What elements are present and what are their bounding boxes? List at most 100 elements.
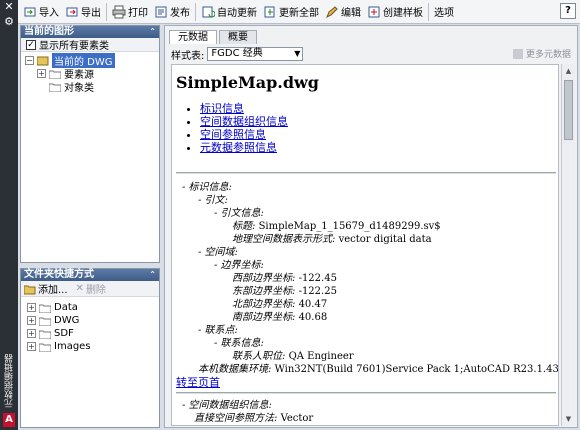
metadata-line: - 边界坐标: <box>214 260 264 272</box>
folder-shortcuts-panel: 文件夹快捷方式 ⌃ 添加... ✕ 删除 + Data + DWG + SDF … <box>20 268 160 428</box>
folder-label: SDF <box>54 328 74 339</box>
auto-update-button[interactable]: 自动更新 <box>198 2 260 22</box>
current-drawing-header[interactable]: 当前的图形 ⌃ <box>21 26 159 38</box>
tree-node-folder[interactable]: + SDF <box>21 327 159 340</box>
metadata-line: 地理空间数据表示形式: vector digital data <box>232 234 432 246</box>
autocad-logo-icon: A <box>3 413 15 427</box>
field-label: - 标识信息: <box>182 182 232 193</box>
field-label: - 联系点: <box>198 325 238 336</box>
stylesheet-row: 样式表: FGDC 经典 ▼ 更多元数据 <box>171 46 573 62</box>
toc-item[interactable]: 空间参照信息 <box>200 128 288 141</box>
export-icon <box>66 7 78 16</box>
toc-link[interactable]: 标识信息 <box>200 102 244 115</box>
dwg-icon <box>37 56 49 65</box>
field-label: - 引文信息: <box>214 208 264 219</box>
folder-icon <box>39 317 51 326</box>
folder-shortcuts-title: 文件夹快捷方式 <box>24 269 94 280</box>
folder-icon <box>49 70 61 79</box>
collapse-icon[interactable]: − <box>25 56 34 65</box>
edit-button[interactable]: 编辑 <box>322 2 364 22</box>
tab-metadata[interactable]: 元数据 <box>169 30 217 44</box>
tab-summary[interactable]: 概要 <box>219 30 257 44</box>
expand-icon[interactable]: + <box>37 69 46 78</box>
print-button[interactable]: 打印 <box>109 2 151 22</box>
field-label: 标题: <box>232 221 256 232</box>
field-label: 南部边界坐标: <box>232 312 296 323</box>
divider <box>176 172 556 174</box>
toc-item[interactable]: 空间数据组织信息 <box>200 115 288 128</box>
add-folder-icon <box>24 285 36 294</box>
toc-item[interactable]: 元数据参照信息 <box>200 141 288 154</box>
document-title: SimpleMap.dwg <box>176 73 319 92</box>
expand-icon[interactable]: + <box>27 329 36 338</box>
toc-link[interactable]: 空间参照信息 <box>200 128 266 141</box>
table-of-contents: 标识信息 空间数据组织信息 空间参照信息 元数据参照信息 <box>190 102 288 154</box>
metadata-line: - 空间域: <box>198 247 238 259</box>
field-label: 直接空间参照方法: <box>194 413 278 424</box>
toolbar: 导入 导出 打印 发布 自动更新 更新全部 编辑 创建样板 选项 ? <box>18 0 580 24</box>
show-all-label: 显示所有要素类 <box>39 41 109 52</box>
options-button[interactable]: 选项 <box>431 2 457 22</box>
scrollbar-thumb[interactable] <box>564 80 573 140</box>
export-button[interactable]: 导出 <box>62 2 104 22</box>
field-label: - 空间域: <box>198 247 238 258</box>
metadata-line: 联系人职位: QA Engineer <box>232 351 354 363</box>
expand-icon[interactable]: + <box>27 303 36 312</box>
drawing-tree: − 当前的 DWG + 要素源 对象类 <box>21 52 159 94</box>
toolbar-divider <box>428 2 429 21</box>
palette-strip: ✕ ⚙ 元数据编辑器 A <box>0 0 18 430</box>
chevron-down-icon: ▼ <box>294 49 301 58</box>
collapse-icon[interactable]: ⌃ <box>149 26 156 38</box>
toc-link[interactable]: 空间数据组织信息 <box>200 115 288 128</box>
show-all-row[interactable]: ✓ 显示所有要素类 <box>21 38 159 52</box>
field-label: 西部边界坐标: <box>232 273 296 284</box>
scroll-up-icon[interactable]: ▲ <box>562 64 575 78</box>
add-folder-label: 添加... <box>38 285 68 296</box>
field-label: - 边界坐标: <box>214 260 264 271</box>
metadata-line: - 联系点: <box>198 325 238 337</box>
tree-node-folder[interactable]: + Images <box>21 340 159 353</box>
stylesheet-select[interactable]: FGDC 经典 ▼ <box>207 47 304 61</box>
expand-icon[interactable]: + <box>27 342 36 351</box>
auto-update-label: 自动更新 <box>217 8 257 19</box>
metadata-line: - 引文信息: <box>214 208 264 220</box>
metadata-line: 西部边界坐标: -122.45 <box>232 273 337 285</box>
toc-link[interactable]: 元数据参照信息 <box>200 141 277 154</box>
help-button[interactable]: ? <box>560 3 576 19</box>
update-all-button[interactable]: 更新全部 <box>260 2 322 22</box>
folder-icon <box>49 83 61 92</box>
remove-folder-button[interactable]: ✕ 删除 <box>76 281 106 296</box>
tree-node-folder[interactable]: + Data <box>21 301 159 314</box>
tree-node-folder[interactable]: + DWG <box>21 314 159 327</box>
scroll-down-icon[interactable]: ▼ <box>562 412 575 426</box>
field-value: -122.25 <box>298 286 337 297</box>
folder-shortcuts-header[interactable]: 文件夹快捷方式 ⌃ <box>21 269 159 281</box>
field-label: - 空间数据组织信息: <box>182 400 272 411</box>
back-to-top-link[interactable]: 转至页首 <box>176 377 220 389</box>
field-value: QA Engineer <box>288 351 354 362</box>
metadata-document: SimpleMap.dwg 标识信息 空间数据组织信息 空间参照信息 元数据参照… <box>171 64 559 426</box>
expand-icon[interactable]: + <box>27 316 36 325</box>
collapse-icon[interactable]: ⌃ <box>149 269 156 281</box>
publish-icon <box>155 6 167 17</box>
field-label: - 联系信息: <box>214 338 264 349</box>
vertical-scrollbar[interactable]: ▲ ▼ <box>561 64 575 426</box>
delete-icon: ✕ <box>75 283 84 294</box>
toc-item[interactable]: 标识信息 <box>200 102 288 115</box>
create-template-button[interactable]: 创建样板 <box>364 2 426 22</box>
metadata-line: - 联系信息: <box>214 338 264 350</box>
folder-icon <box>39 343 51 352</box>
folder-label: Images <box>54 341 91 352</box>
publish-button[interactable]: 发布 <box>151 2 193 22</box>
more-metadata-button[interactable]: 更多元数据 <box>512 47 571 60</box>
tree-node-object-class[interactable]: 对象类 <box>21 80 159 94</box>
create-template-label: 创建样板 <box>383 8 423 19</box>
import-label: 导入 <box>39 8 59 19</box>
close-icon[interactable]: ✕ <box>4 1 14 12</box>
import-button[interactable]: 导入 <box>20 2 62 22</box>
show-all-checkbox[interactable]: ✓ <box>26 39 36 50</box>
metadata-line: - 空间数据组织信息: <box>182 400 272 412</box>
field-label: 地理空间数据表示形式: <box>232 234 336 245</box>
gear-icon[interactable]: ⚙ <box>3 16 15 28</box>
add-folder-button[interactable]: 添加... <box>24 281 68 296</box>
